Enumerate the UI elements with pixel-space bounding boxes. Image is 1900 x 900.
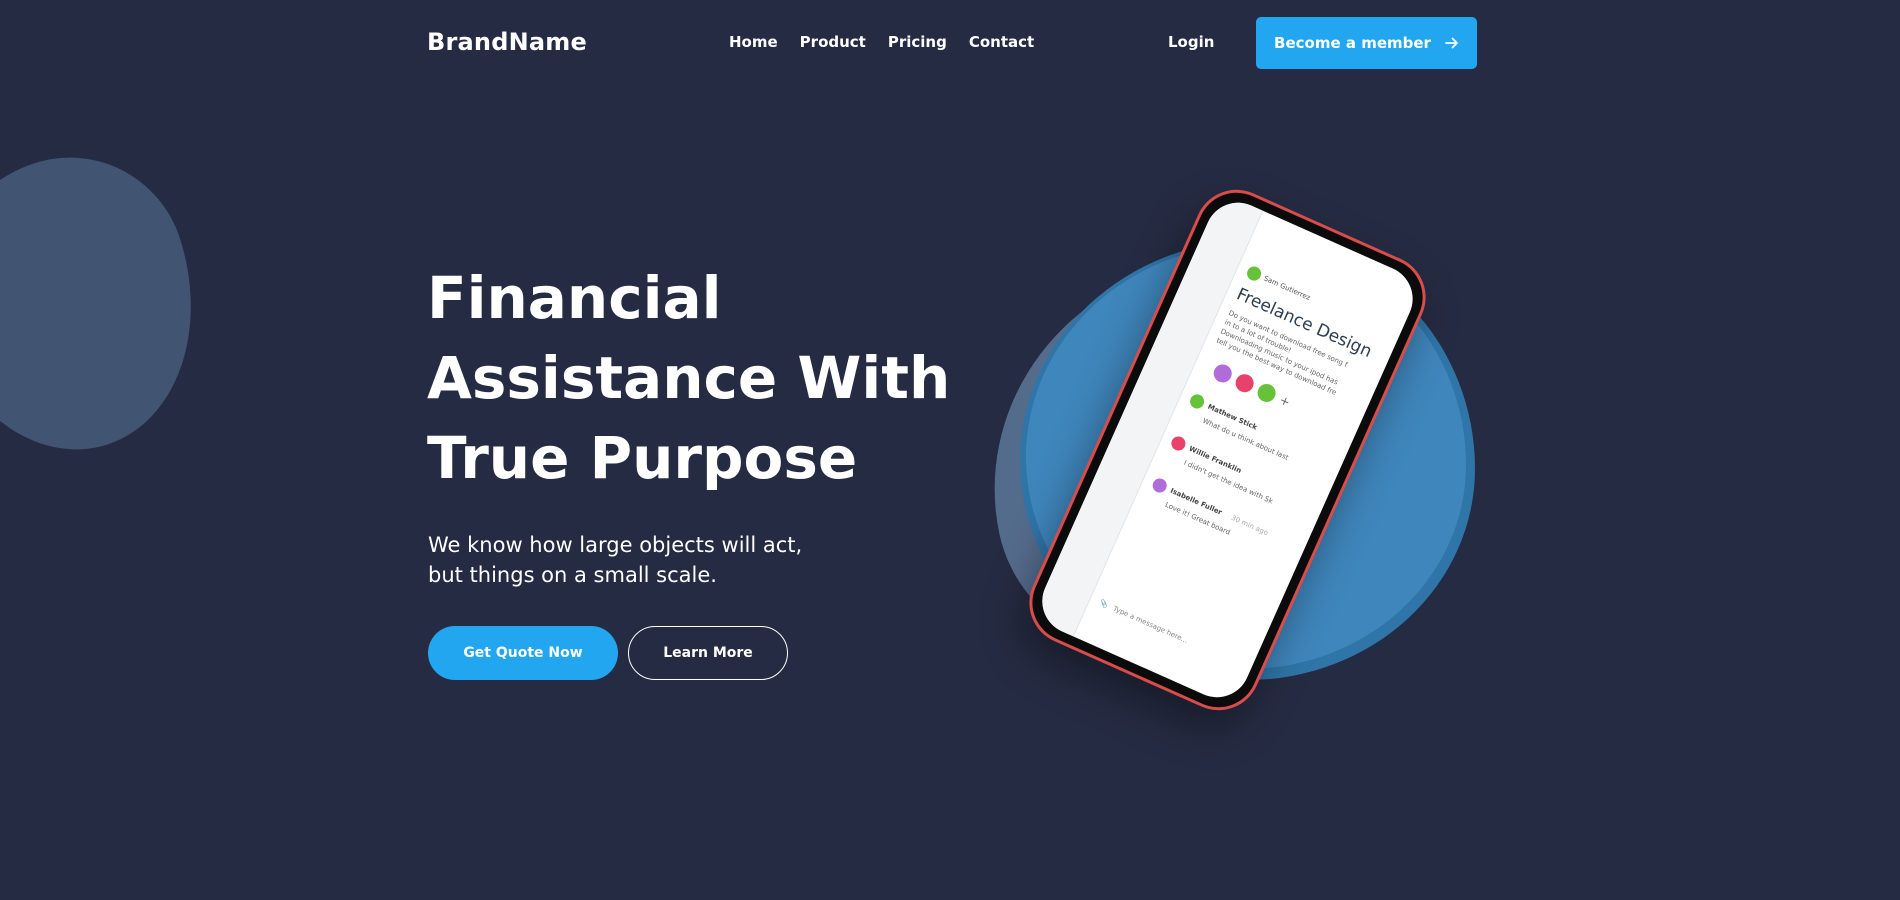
- avatar: [1150, 476, 1169, 495]
- hero-title-line-1: Financial: [427, 264, 722, 332]
- message-input-placeholder: Type a message here...: [1111, 604, 1190, 645]
- learn-more-button[interactable]: Learn More: [628, 626, 788, 680]
- get-quote-button[interactable]: Get Quote Now: [428, 626, 618, 680]
- arrow-right-icon: [1445, 37, 1458, 49]
- avatar: [1187, 392, 1207, 411]
- nav-link-home[interactable]: Home: [729, 33, 778, 51]
- become-member-button[interactable]: Become a member: [1256, 17, 1477, 69]
- avatar: [1210, 361, 1235, 386]
- hero-illustration: Sam Gutierrez Freelance Design Do you wa…: [952, 176, 1500, 760]
- hero-subtitle-line-1: We know how large objects will act,: [428, 533, 803, 557]
- hero-title: Financial Assistance With True Purpose: [427, 258, 987, 498]
- top-navigation: BrandName Home Product Pricing Contact L…: [0, 17, 1900, 69]
- paperclip-icon: 📎: [1098, 598, 1110, 610]
- brand-logo[interactable]: BrandName: [427, 28, 587, 56]
- hero-title-line-3: True Purpose: [427, 424, 858, 492]
- nav-link-product[interactable]: Product: [800, 33, 866, 51]
- become-member-label: Become a member: [1274, 34, 1431, 52]
- avatar: [1169, 434, 1188, 453]
- main-menu: Home Product Pricing Contact: [729, 33, 1034, 51]
- message-input: 📎 Type a message here...: [1098, 599, 1189, 645]
- nav-link-pricing[interactable]: Pricing: [888, 33, 947, 51]
- avatar: [1244, 264, 1264, 283]
- avatar: [1232, 371, 1257, 396]
- plus-icon: +: [1277, 392, 1293, 410]
- hero-subtitle: We know how large objects will act, but …: [428, 530, 848, 590]
- hero-title-line-2: Assistance With: [427, 344, 951, 412]
- nav-link-contact[interactable]: Contact: [969, 33, 1034, 51]
- hero-subtitle-line-2: but things on a small scale.: [428, 563, 717, 587]
- decorative-blob: [0, 127, 234, 483]
- avatar: [1254, 381, 1279, 405]
- login-link[interactable]: Login: [1168, 33, 1214, 51]
